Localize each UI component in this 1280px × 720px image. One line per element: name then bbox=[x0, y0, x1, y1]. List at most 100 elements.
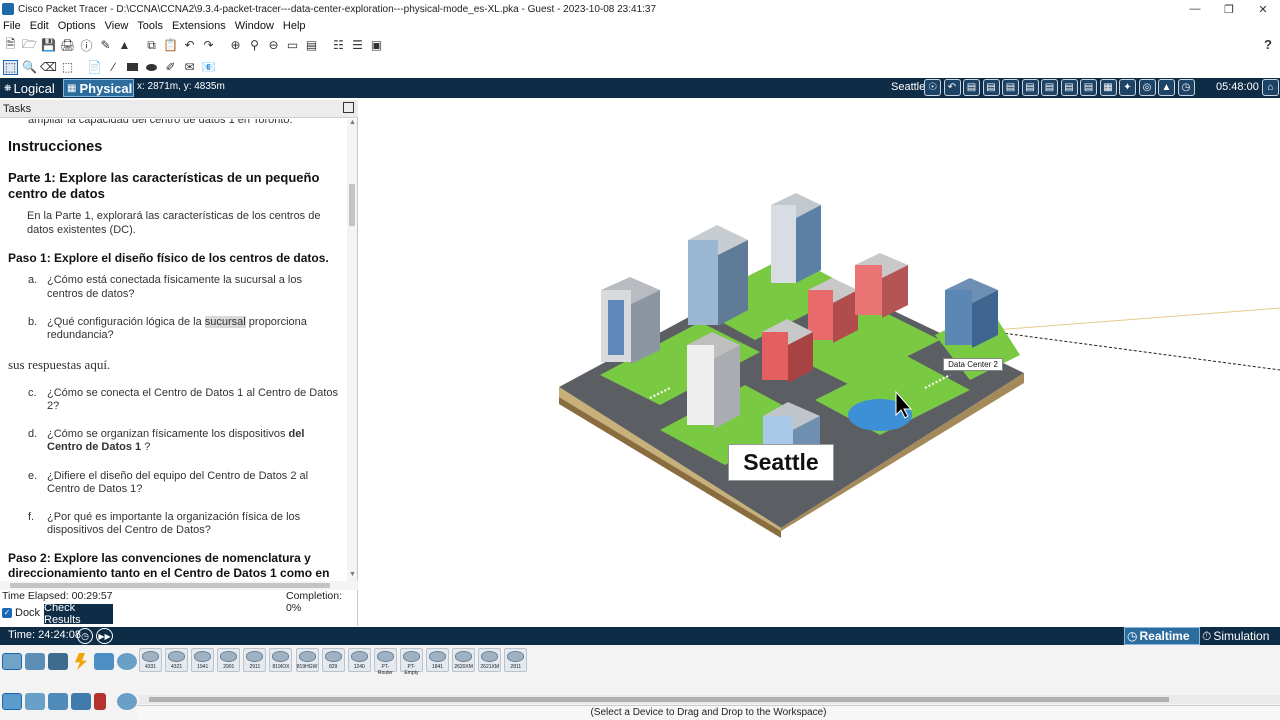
menu-tools[interactable]: Tools bbox=[137, 20, 163, 32]
cluster-icon[interactable]: ☰ bbox=[350, 38, 365, 53]
background-image-icon[interactable]: ▲ bbox=[1158, 79, 1175, 96]
security-subcategory-icon[interactable] bbox=[94, 693, 106, 710]
open-folder-icon[interactable]: 🗁 bbox=[22, 37, 37, 53]
device-router-2911[interactable]: 2911 bbox=[243, 648, 267, 672]
network-info-icon[interactable]: ▲ bbox=[117, 38, 132, 53]
dock-checkbox[interactable]: ✓ bbox=[2, 608, 12, 618]
back-icon[interactable]: ↶ bbox=[943, 79, 961, 96]
device-router-1841[interactable]: 1841 bbox=[426, 648, 450, 672]
tab-physical[interactable]: ▦ Physical bbox=[63, 79, 134, 97]
device-scroll-thumb[interactable] bbox=[149, 697, 1169, 702]
menu-help[interactable]: Help bbox=[283, 20, 306, 32]
menu-edit[interactable]: Edit bbox=[30, 20, 49, 32]
copy-icon[interactable]: ⧉ bbox=[144, 38, 159, 53]
menu-extensions[interactable]: Extensions bbox=[172, 20, 226, 32]
home-icon[interactable]: ⌂ bbox=[1262, 79, 1279, 96]
close-button[interactable]: ✕ bbox=[1246, 0, 1280, 18]
scroll-thumb[interactable] bbox=[349, 184, 355, 226]
maximize-button[interactable]: ❐ bbox=[1212, 0, 1246, 18]
multiuser-category-icon[interactable] bbox=[117, 653, 137, 670]
simple-pdu-icon[interactable]: ✉ bbox=[182, 60, 197, 75]
realtime-button[interactable]: ◷ Realtime bbox=[1124, 627, 1200, 645]
device-router-pt-empty[interactable]: PT-Empty bbox=[399, 648, 423, 676]
clock-icon[interactable]: ◷ bbox=[1177, 79, 1195, 96]
wireless-subcategory-icon[interactable] bbox=[71, 693, 91, 710]
device-router-pt[interactable]: PT-Router bbox=[373, 648, 397, 676]
fast-forward-icon[interactable]: ▶▶ bbox=[96, 628, 113, 644]
check-results-button[interactable]: Check Results bbox=[44, 602, 113, 626]
navigation-icon[interactable]: ☉ bbox=[924, 79, 941, 96]
hubs-subcategory-icon[interactable] bbox=[48, 693, 68, 710]
complex-pdu-icon[interactable]: 📧 bbox=[201, 60, 216, 75]
device-router-2620xm[interactable]: 2620XM bbox=[452, 648, 476, 672]
tab-logical[interactable]: ❋ Logical bbox=[1, 79, 58, 97]
resize-icon[interactable]: ⬚ bbox=[60, 60, 75, 75]
device-router-2901[interactable]: 2901 bbox=[217, 648, 241, 672]
menu-view[interactable]: View bbox=[105, 20, 129, 32]
miscellaneous-category-icon[interactable] bbox=[94, 653, 114, 670]
device-router-1240[interactable]: 1240 bbox=[347, 648, 371, 672]
data-center-2-label[interactable]: Data Center 2 bbox=[943, 358, 1003, 371]
note-icon[interactable]: 📄 bbox=[87, 60, 102, 75]
device-router-819hgw[interactable]: 819HGW bbox=[295, 648, 319, 672]
menu-window[interactable]: Window bbox=[235, 20, 274, 32]
rectangle-icon[interactable] bbox=[125, 60, 140, 75]
paste-icon[interactable]: 📋 bbox=[163, 38, 178, 53]
new-file-icon[interactable]: 🗎 bbox=[3, 37, 18, 53]
drawing-palette-icon[interactable]: ▭ bbox=[285, 38, 300, 53]
save-icon[interactable]: 💾 bbox=[41, 38, 56, 53]
device-router-1941[interactable]: 1941 bbox=[191, 648, 215, 672]
delete-icon[interactable]: ⌫ bbox=[40, 60, 57, 75]
power-cycle-icon[interactable]: ◷ bbox=[77, 628, 93, 644]
ellipse-icon[interactable] bbox=[144, 60, 159, 75]
info-icon[interactable]: ⓘ bbox=[79, 38, 94, 53]
new-closet-icon[interactable]: ▤ bbox=[1041, 79, 1058, 96]
freeform-icon[interactable]: ✐ bbox=[163, 60, 178, 75]
undock-icon[interactable] bbox=[343, 102, 354, 113]
device-router-4331[interactable]: 4331 bbox=[139, 648, 162, 672]
inspect-icon[interactable]: 🔍 bbox=[22, 60, 37, 75]
scroll-down-icon[interactable]: ▼ bbox=[349, 571, 356, 578]
device-list-scrollbar[interactable] bbox=[139, 695, 1280, 704]
viewport-icon[interactable]: ☷ bbox=[331, 38, 346, 53]
routers-subcategory-icon[interactable] bbox=[2, 693, 22, 710]
select-icon[interactable]: ⬚ bbox=[3, 59, 18, 75]
move-object-icon[interactable]: ▤ bbox=[1060, 79, 1078, 96]
undo-icon[interactable]: ↶ bbox=[182, 38, 197, 53]
new-building-icon[interactable]: ▤ bbox=[1021, 79, 1039, 96]
device-router-4321[interactable]: 4321 bbox=[165, 648, 189, 672]
new-rack-icon[interactable]: ▤ bbox=[963, 79, 980, 96]
device-router-819iox[interactable]: 819IOX bbox=[269, 648, 293, 672]
activity-wizard-icon[interactable]: ✎ bbox=[98, 38, 113, 53]
tasks-horizontal-scrollbar[interactable] bbox=[0, 581, 358, 590]
city-label[interactable]: Seattle bbox=[728, 444, 834, 481]
image-icon[interactable]: ▣ bbox=[369, 38, 384, 53]
device-router-829[interactable]: 829 bbox=[321, 648, 345, 672]
grid-icon[interactable]: ▦ bbox=[1099, 79, 1117, 96]
switches-subcategory-icon[interactable] bbox=[25, 693, 45, 710]
new-city-icon[interactable]: ▤ bbox=[1002, 79, 1019, 96]
line-icon[interactable]: ∕ bbox=[106, 60, 121, 75]
new-table-icon[interactable]: ▤ bbox=[982, 79, 1000, 96]
device-router-2811[interactable]: 2811 bbox=[504, 648, 528, 672]
network-devices-category-icon[interactable] bbox=[2, 653, 22, 670]
zoom-reset-icon[interactable]: ⚲ bbox=[247, 38, 262, 53]
redo-icon[interactable]: ↷ bbox=[201, 38, 216, 53]
components-category-icon[interactable] bbox=[48, 653, 68, 670]
menu-file[interactable]: File bbox=[3, 20, 21, 32]
zoom-in-icon[interactable]: ⊕ bbox=[228, 38, 243, 53]
minimize-button[interactable]: — bbox=[1178, 0, 1212, 18]
hscroll-thumb[interactable] bbox=[10, 583, 330, 588]
simulation-button[interactable]: ⏱ Simulation bbox=[1202, 627, 1280, 645]
menu-options[interactable]: Options bbox=[58, 20, 96, 32]
print-icon[interactable]: 🖨 bbox=[60, 38, 75, 53]
wan-emulation-subcategory-icon[interactable] bbox=[117, 693, 137, 710]
device-router-2621xm[interactable]: 2621XM bbox=[478, 648, 502, 672]
connections-category-icon[interactable] bbox=[75, 653, 87, 670]
physical-workspace[interactable]: Data Center 2 Seattle bbox=[360, 100, 1280, 626]
end-devices-category-icon[interactable] bbox=[25, 653, 45, 670]
help-icon[interactable]: ? bbox=[1264, 37, 1272, 52]
custom-devices-icon[interactable]: ▤ bbox=[304, 38, 319, 53]
set-tiled-background-icon[interactable]: ▤ bbox=[1080, 79, 1097, 96]
cable-icon[interactable]: ✦ bbox=[1119, 79, 1136, 96]
